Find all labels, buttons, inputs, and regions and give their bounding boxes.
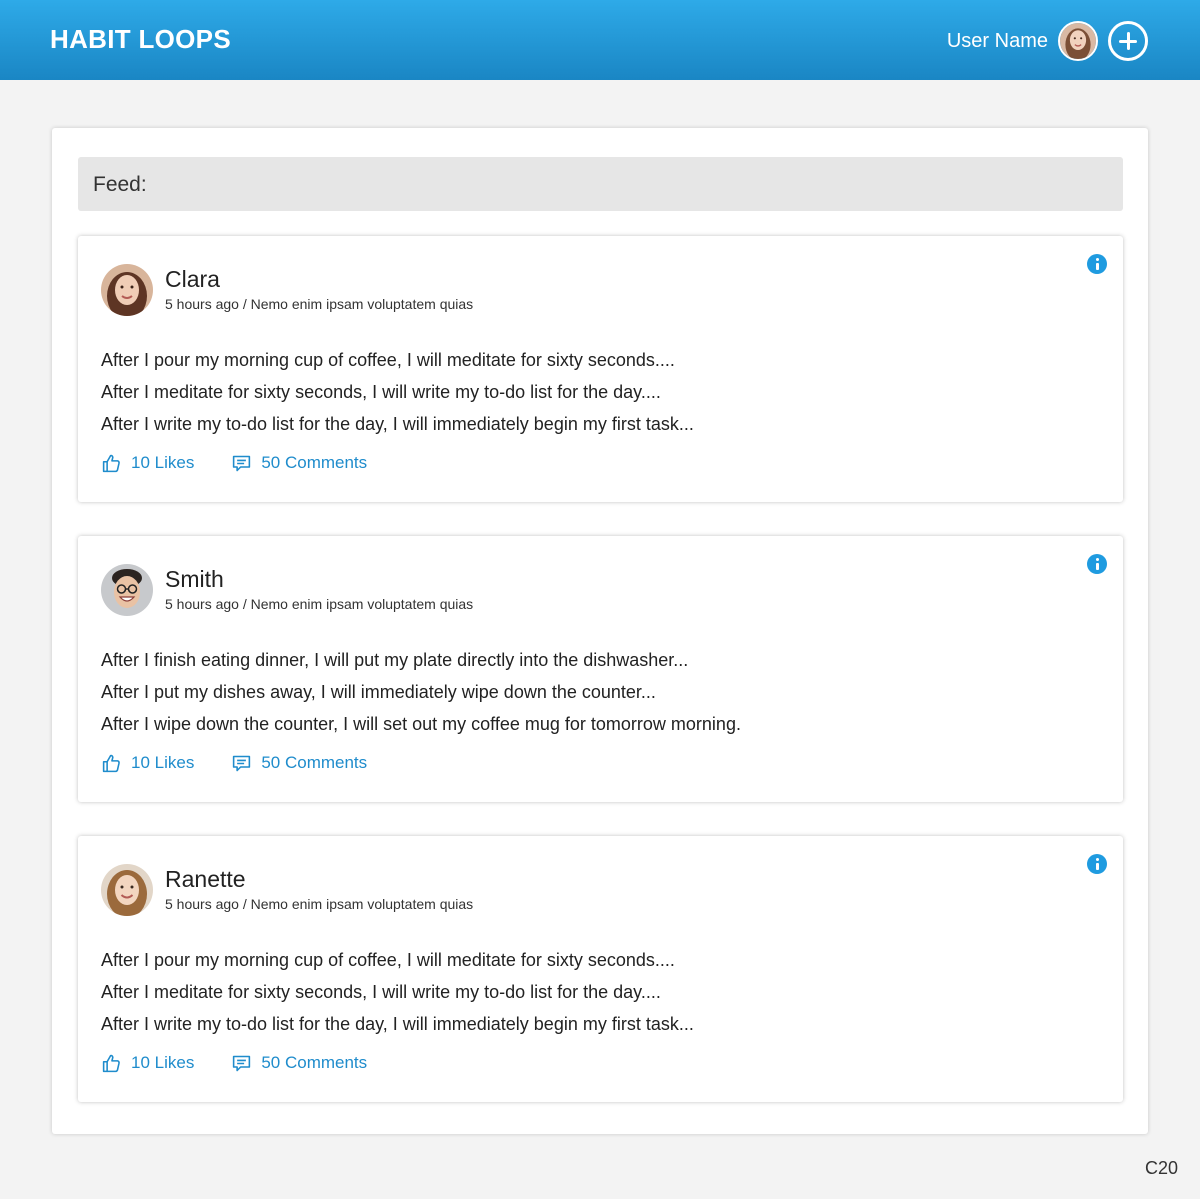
post-actions: 10 Likes 50 Comments	[101, 451, 367, 475]
post-body: After I finish eating dinner, I will put…	[101, 644, 741, 740]
post-line: After I finish eating dinner, I will put…	[101, 650, 689, 670]
post-card: Clara 5 hours ago / Nemo enim ipsam volu…	[78, 236, 1123, 502]
user-avatar[interactable]	[1058, 21, 1098, 61]
avatar[interactable]	[101, 564, 153, 616]
post-line: After I write my to-do list for the day,…	[101, 414, 694, 434]
likes-count: 10 Likes	[131, 453, 195, 472]
info-icon[interactable]	[1087, 554, 1107, 574]
post-actions: 10 Likes 50 Comments	[101, 751, 367, 775]
post-line: After I meditate for sixty seconds, I wi…	[101, 382, 661, 402]
app-title: HABIT LOOPS	[50, 24, 231, 54]
info-icon[interactable]	[1087, 254, 1107, 274]
avatar[interactable]	[101, 264, 153, 316]
add-button[interactable]	[1108, 21, 1148, 61]
info-icon[interactable]	[1087, 854, 1107, 874]
comments-button[interactable]: 50 Comments	[231, 753, 367, 774]
post-author[interactable]: Smith	[165, 566, 224, 593]
comments-button[interactable]: 50 Comments	[231, 1053, 367, 1074]
post-meta: 5 hours ago / Nemo enim ipsam voluptatem…	[165, 296, 474, 312]
post-line: After I pour my morning cup of coffee, I…	[101, 350, 675, 370]
post-card: Smith 5 hours ago / Nemo enim ipsam volu…	[78, 536, 1123, 802]
thumbs-up-icon	[102, 454, 120, 472]
avatar-smith-icon	[101, 564, 153, 616]
post-body: After I pour my morning cup of coffee, I…	[101, 344, 694, 440]
avatar[interactable]	[101, 864, 153, 916]
feed-label: Feed:	[93, 173, 147, 196]
comment-icon	[233, 1055, 251, 1071]
thumbs-up-icon	[102, 1054, 120, 1072]
post-meta: 5 hours ago / Nemo enim ipsam voluptatem…	[165, 896, 474, 912]
user-area: User Name	[947, 20, 1148, 62]
post-line: After I pour my morning cup of coffee, I…	[101, 950, 675, 970]
post-line: After I write my to-do list for the day,…	[101, 1014, 694, 1034]
post-actions: 10 Likes 50 Comments	[101, 1051, 367, 1075]
post-line: After I wipe down the counter, I will se…	[101, 714, 741, 734]
post-meta: 5 hours ago / Nemo enim ipsam voluptatem…	[165, 596, 474, 612]
comment-icon	[233, 755, 251, 771]
post-author[interactable]: Clara	[165, 266, 220, 293]
page-code: C20	[1144, 1158, 1178, 1178]
feed-header: Feed:	[78, 157, 1123, 211]
comments-count: 50 Comments	[261, 453, 368, 472]
comments-count: 50 Comments	[261, 753, 368, 772]
comments-button[interactable]: 50 Comments	[231, 453, 367, 474]
post-line: After I meditate for sixty seconds, I wi…	[101, 982, 661, 1002]
user-name[interactable]: User Name	[947, 30, 1048, 53]
comments-count: 50 Comments	[261, 1053, 368, 1072]
avatar-ranette-icon	[101, 864, 153, 916]
app-header: HABIT LOOPS User Name	[0, 0, 1200, 80]
like-button[interactable]: 10 Likes	[101, 453, 194, 474]
likes-count: 10 Likes	[131, 1053, 195, 1072]
likes-count: 10 Likes	[131, 753, 195, 772]
post-card: Ranette 5 hours ago / Nemo enim ipsam vo…	[78, 836, 1123, 1102]
thumbs-up-icon	[102, 754, 120, 772]
avatar-clara-icon	[101, 264, 153, 316]
post-author[interactable]: Ranette	[165, 866, 246, 893]
comment-icon	[233, 455, 251, 471]
feed-panel: Feed: Clara 5 hours ago / Nemo enim ipsa…	[52, 128, 1148, 1134]
post-body: After I pour my morning cup of coffee, I…	[101, 944, 694, 1040]
post-line: After I put my dishes away, I will immed…	[101, 682, 656, 702]
user-avatar-icon	[1060, 23, 1096, 59]
like-button[interactable]: 10 Likes	[101, 1053, 194, 1074]
like-button[interactable]: 10 Likes	[101, 753, 194, 774]
